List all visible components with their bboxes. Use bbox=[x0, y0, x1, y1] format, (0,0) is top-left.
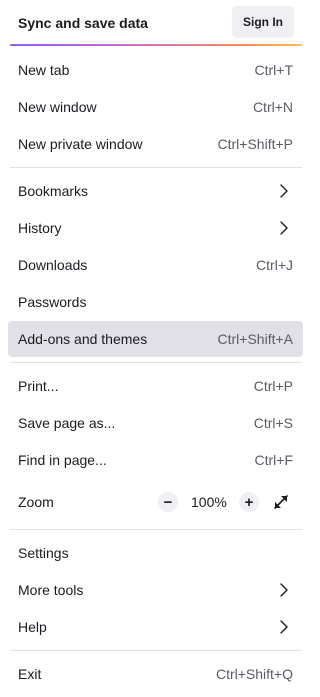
menu-item-label: More tools bbox=[18, 582, 84, 598]
menu-item-label: New window bbox=[18, 99, 97, 115]
menu-item-zoom: Zoom − 100% + bbox=[8, 484, 303, 520]
menu-item-label: Passwords bbox=[18, 294, 87, 310]
zoom-level-button[interactable]: 100% bbox=[191, 493, 227, 511]
chevron-right-icon bbox=[280, 184, 288, 198]
chevron-right-icon bbox=[280, 583, 288, 597]
sync-title: Sync and save data bbox=[18, 15, 148, 31]
menu-item-more-tools[interactable]: More tools bbox=[8, 572, 303, 608]
menu-item-label: Bookmarks bbox=[18, 183, 89, 199]
menu-item-label: History bbox=[18, 220, 62, 236]
zoom-out-button[interactable]: − bbox=[158, 492, 178, 512]
zoom-in-button[interactable]: + bbox=[239, 492, 259, 512]
menu-item-bookmarks[interactable]: Bookmarks bbox=[8, 173, 303, 209]
fullscreen-icon[interactable] bbox=[271, 492, 291, 512]
chevron-right-icon bbox=[280, 221, 288, 235]
menu-item-addons-and-themes[interactable]: Add-ons and themes Ctrl+Shift+A bbox=[8, 321, 303, 357]
sync-header: Sync and save data Sign In bbox=[0, 0, 309, 46]
menu-separator bbox=[10, 650, 302, 651]
sign-in-button[interactable]: Sign In bbox=[232, 6, 294, 38]
chevron-right-icon bbox=[280, 620, 288, 634]
menu-item-passwords[interactable]: Passwords bbox=[8, 284, 303, 320]
menu-item-shortcut: Ctrl+Shift+A bbox=[217, 331, 293, 347]
menu-item-label: Zoom bbox=[18, 494, 54, 510]
menu-item-label: Settings bbox=[18, 545, 69, 561]
menu-item-save-page-as[interactable]: Save page as... Ctrl+S bbox=[8, 405, 303, 441]
menu-item-label: Add-ons and themes bbox=[18, 331, 148, 347]
menu-item-label: Downloads bbox=[18, 257, 88, 273]
menu-item-shortcut: Ctrl+N bbox=[252, 99, 293, 115]
menu-item-shortcut: Ctrl+F bbox=[254, 452, 294, 468]
menu-separator bbox=[10, 362, 302, 363]
menu-item-shortcut: Ctrl+S bbox=[253, 415, 293, 431]
header-gradient-divider bbox=[10, 44, 302, 46]
menu-item-new-private-window[interactable]: New private window Ctrl+Shift+P bbox=[8, 126, 303, 162]
menu-item-label: New private window bbox=[18, 136, 143, 152]
menu-separator bbox=[10, 529, 302, 530]
menu-item-shortcut: Ctrl+T bbox=[254, 62, 294, 78]
app-menu-panel: Sync and save data Sign In New tab Ctrl+… bbox=[0, 0, 309, 697]
menu-item-find-in-page[interactable]: Find in page... Ctrl+F bbox=[8, 442, 303, 478]
menu-item-label: New tab bbox=[18, 62, 70, 78]
menu-item-shortcut: Ctrl+J bbox=[256, 257, 293, 273]
menu-item-help[interactable]: Help bbox=[8, 609, 303, 645]
menu-item-new-window[interactable]: New window Ctrl+N bbox=[8, 89, 303, 125]
menu-item-shortcut: Ctrl+P bbox=[253, 378, 293, 394]
menu-item-shortcut: Ctrl+Shift+Q bbox=[215, 666, 293, 682]
menu-item-downloads[interactable]: Downloads Ctrl+J bbox=[8, 247, 303, 283]
menu-item-label: Exit bbox=[18, 666, 42, 682]
menu-item-history[interactable]: History bbox=[8, 210, 303, 246]
menu-item-settings[interactable]: Settings bbox=[8, 535, 303, 571]
menu-separator bbox=[10, 167, 302, 168]
menu-item-print[interactable]: Print... Ctrl+P bbox=[8, 368, 303, 404]
menu-item-label: Find in page... bbox=[18, 452, 107, 468]
menu-item-new-tab[interactable]: New tab Ctrl+T bbox=[8, 52, 303, 88]
menu-item-label: Save page as... bbox=[18, 415, 116, 431]
menu-item-exit[interactable]: Exit Ctrl+Shift+Q bbox=[8, 656, 303, 692]
menu-item-label: Help bbox=[18, 619, 47, 635]
menu-item-label: Print... bbox=[18, 378, 59, 394]
menu-item-shortcut: Ctrl+Shift+P bbox=[217, 136, 293, 152]
